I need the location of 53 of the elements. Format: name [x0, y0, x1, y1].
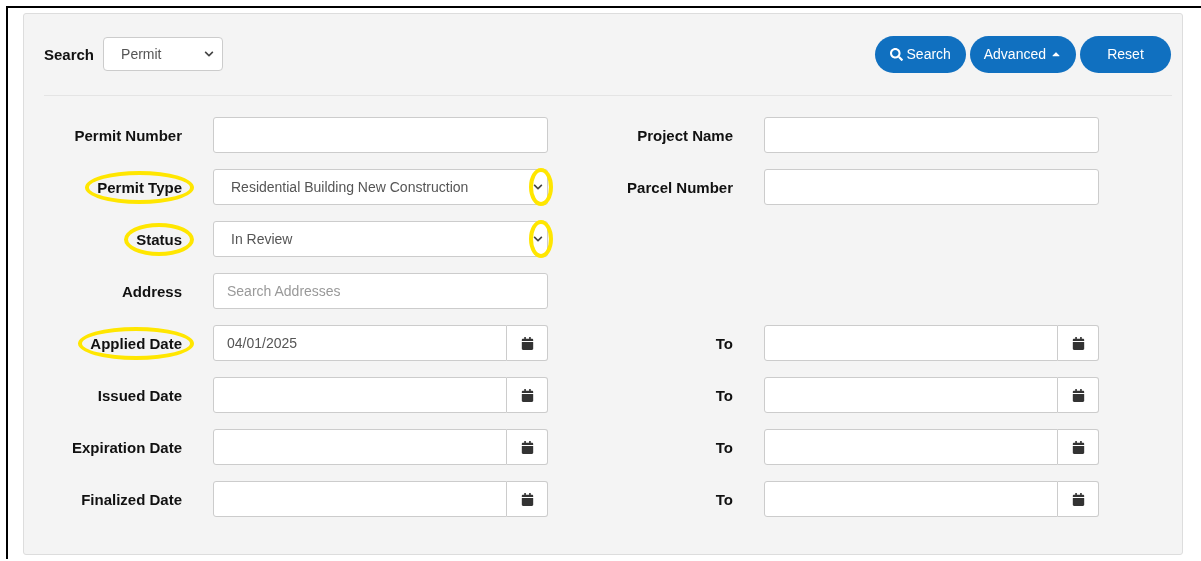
calendar-button[interactable]: [1058, 481, 1099, 517]
calendar-button[interactable]: [507, 481, 548, 517]
calendar-icon: [1071, 492, 1085, 506]
field-label: Permit Number: [73, 125, 183, 146]
field-label: Expiration Date: [70, 437, 183, 458]
field-label: Project Name: [636, 125, 734, 146]
date-field[interactable]: 04/01/2025: [213, 325, 507, 361]
chevron-down-icon: [204, 49, 215, 59]
select-field[interactable]: In Review: [213, 221, 548, 257]
calendar-button[interactable]: [1058, 377, 1099, 413]
field-label: To: [714, 489, 734, 510]
calendar-icon: [1071, 440, 1085, 454]
field-label: To: [714, 333, 734, 354]
field-label: To: [714, 437, 734, 458]
search-button[interactable]: Search: [874, 35, 966, 73]
date-field[interactable]: [213, 377, 507, 413]
calendar-icon: [520, 492, 534, 506]
calendar-icon: [520, 336, 534, 350]
calendar-button[interactable]: [1058, 429, 1099, 465]
text-field[interactable]: [764, 169, 1099, 205]
search-label: Search: [44, 45, 95, 63]
date-field[interactable]: [764, 481, 1058, 517]
calendar-icon: [1071, 336, 1085, 350]
calendar-button[interactable]: [507, 429, 548, 465]
field-label: Status: [124, 222, 194, 256]
field-label: Parcel Number: [626, 177, 734, 198]
field-label: Permit Type: [85, 170, 194, 204]
calendar-button[interactable]: [1058, 325, 1099, 361]
search-icon: [889, 47, 903, 61]
advanced-button[interactable]: Advanced: [969, 35, 1076, 73]
text-field[interactable]: [213, 117, 548, 153]
text-field[interactable]: [764, 117, 1099, 153]
date-field[interactable]: [764, 325, 1058, 361]
reset-button[interactable]: Reset: [1080, 35, 1171, 73]
date-field[interactable]: [213, 481, 507, 517]
field-label: Address: [120, 281, 183, 302]
date-field[interactable]: [764, 429, 1058, 465]
date-field[interactable]: [764, 377, 1058, 413]
date-field[interactable]: [213, 429, 507, 465]
calendar-icon: [520, 388, 534, 402]
calendar-icon: [520, 440, 534, 454]
calendar-icon: [1071, 388, 1085, 402]
text-field[interactable]: Search Addresses: [213, 273, 548, 309]
calendar-button[interactable]: [507, 325, 548, 361]
field-label: Finalized Date: [80, 489, 183, 510]
field-label: Applied Date: [78, 326, 194, 360]
field-label: Issued Date: [96, 385, 183, 406]
field-label: To: [714, 385, 734, 406]
calendar-button[interactable]: [507, 377, 548, 413]
select-field[interactable]: Residential Building New Construction: [213, 169, 548, 205]
chevron-down-icon: [533, 182, 543, 192]
chevron-down-icon: [533, 234, 543, 244]
search-type-select[interactable]: Permit: [103, 37, 224, 71]
